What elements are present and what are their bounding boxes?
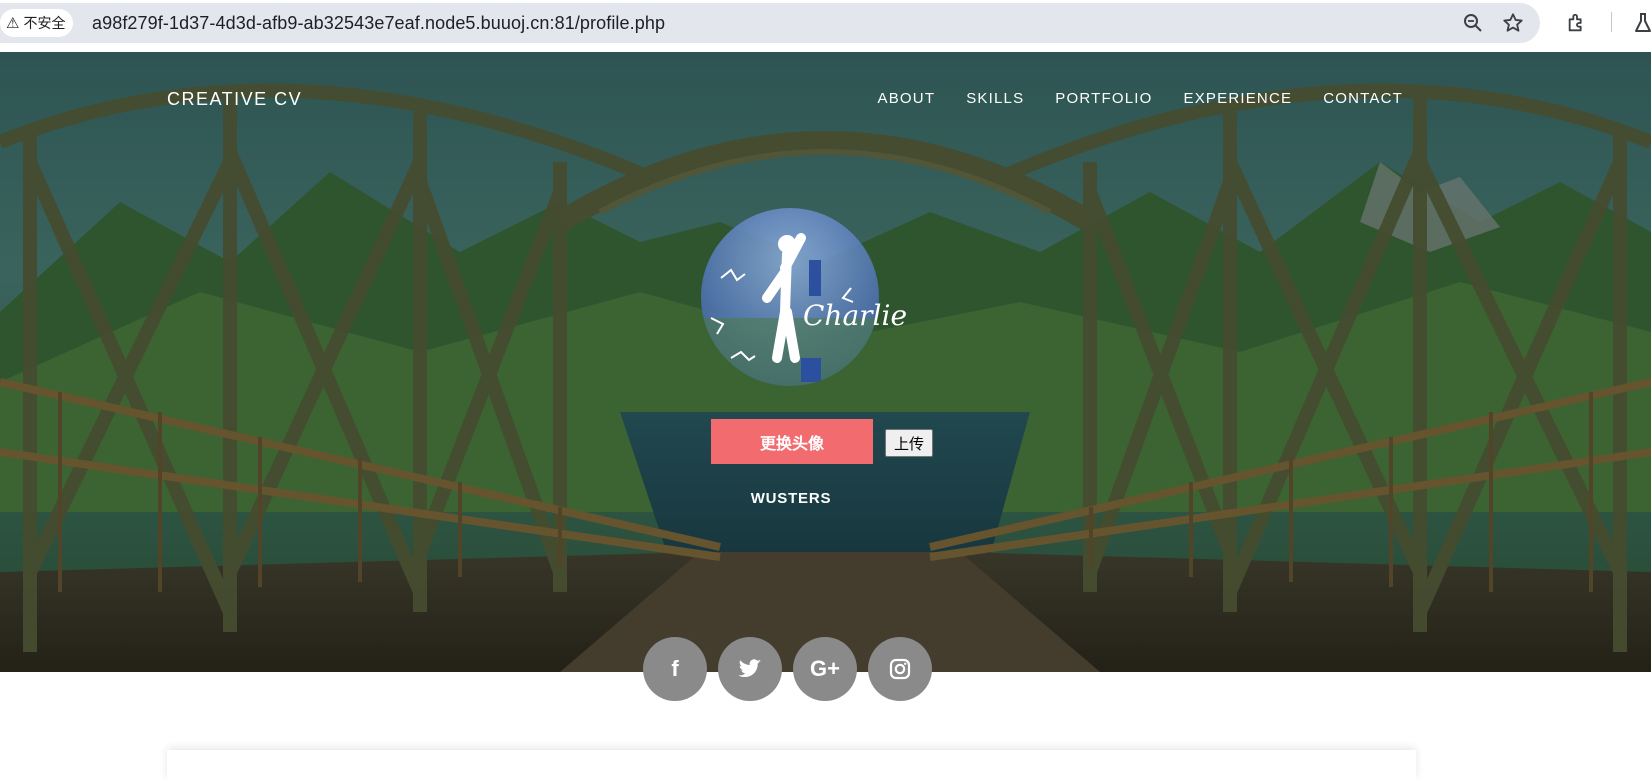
address-bar[interactable]: ⚠ 不安全 a98f279f-1d37-4d3d-afb9-ab32543e7e… [0,3,1540,43]
twitter-icon[interactable] [718,637,782,701]
bookmark-star-icon[interactable] [1500,10,1526,36]
avatar-image [701,208,879,386]
nav-portfolio[interactable]: PORTFOLIO [1055,90,1152,107]
zoom-icon[interactable] [1460,10,1486,36]
profile-username: WUSTERS [750,490,832,507]
content-card [167,750,1416,780]
nav-skills[interactable]: SKILLS [966,90,1024,107]
nav-about[interactable]: ABOUT [878,90,936,107]
google-plus-icon[interactable]: G+ [793,637,857,701]
avatar-caption: Charlie [803,299,908,332]
url-text[interactable]: a98f279f-1d37-4d3d-afb9-ab32543e7eaf.nod… [92,13,665,34]
labs-flask-icon[interactable] [1630,10,1651,36]
site-brand[interactable]: CREATIVE CV [167,89,302,110]
facebook-icon[interactable]: f [643,637,707,701]
toolbar-divider [1611,12,1612,32]
security-label: 不安全 [23,15,66,31]
change-avatar-button[interactable]: 更换头像 [711,419,873,464]
warning-icon: ⚠ [6,14,20,32]
hero-section: CREATIVE CV ABOUT SKILLS PORTFOLIO EXPER… [0,52,1651,672]
instagram-camera-icon [889,658,911,680]
nav-contact[interactable]: CONTACT [1323,90,1403,107]
avatar [701,208,879,386]
twitter-bird-icon [738,659,761,678]
main-nav: ABOUT SKILLS PORTFOLIO EXPERIENCE CONTAC… [878,90,1403,107]
nav-experience[interactable]: EXPERIENCE [1184,90,1293,107]
upload-button[interactable]: 上传 [885,429,933,457]
instagram-icon[interactable] [868,637,932,701]
security-chip[interactable]: ⚠ 不安全 [0,9,74,37]
extensions-icon[interactable] [1564,10,1590,36]
browser-toolbar: ⚠ 不安全 a98f279f-1d37-4d3d-afb9-ab32543e7e… [0,0,1651,47]
social-links: f G+ [643,637,932,701]
